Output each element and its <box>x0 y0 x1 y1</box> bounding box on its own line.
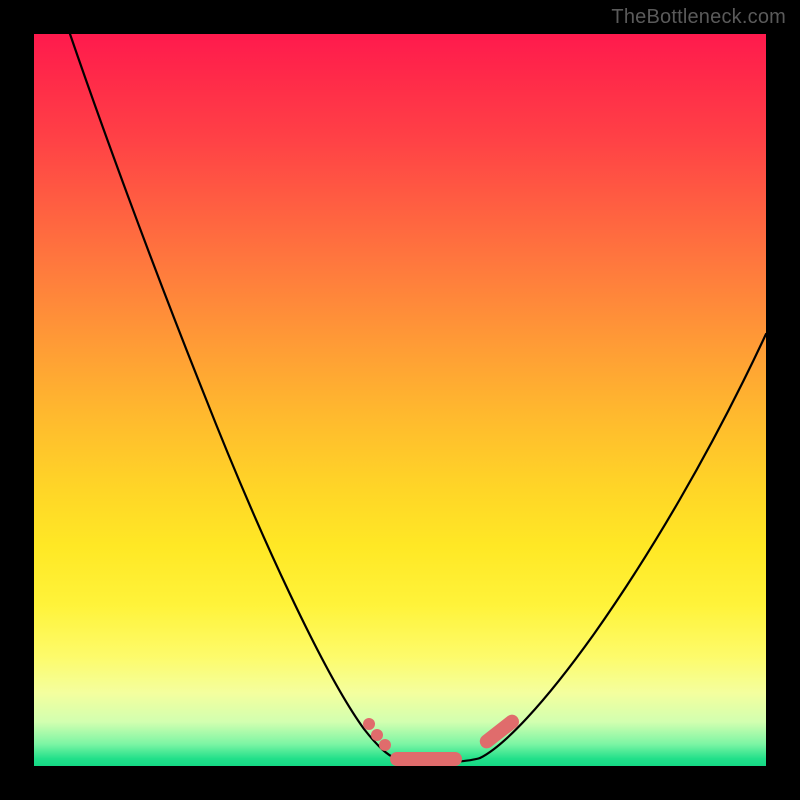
plot-area <box>34 34 766 766</box>
chart-stage: TheBottleneck.com <box>0 0 800 800</box>
curve-right-branch <box>480 334 766 758</box>
marker-pill-floor <box>390 752 462 766</box>
marker-dot <box>371 729 383 741</box>
marker-dot <box>379 739 391 751</box>
marker-dot <box>363 718 375 730</box>
bottleneck-curve <box>34 34 766 766</box>
curve-left-branch <box>70 34 400 760</box>
watermark-text: TheBottleneck.com <box>611 6 786 29</box>
